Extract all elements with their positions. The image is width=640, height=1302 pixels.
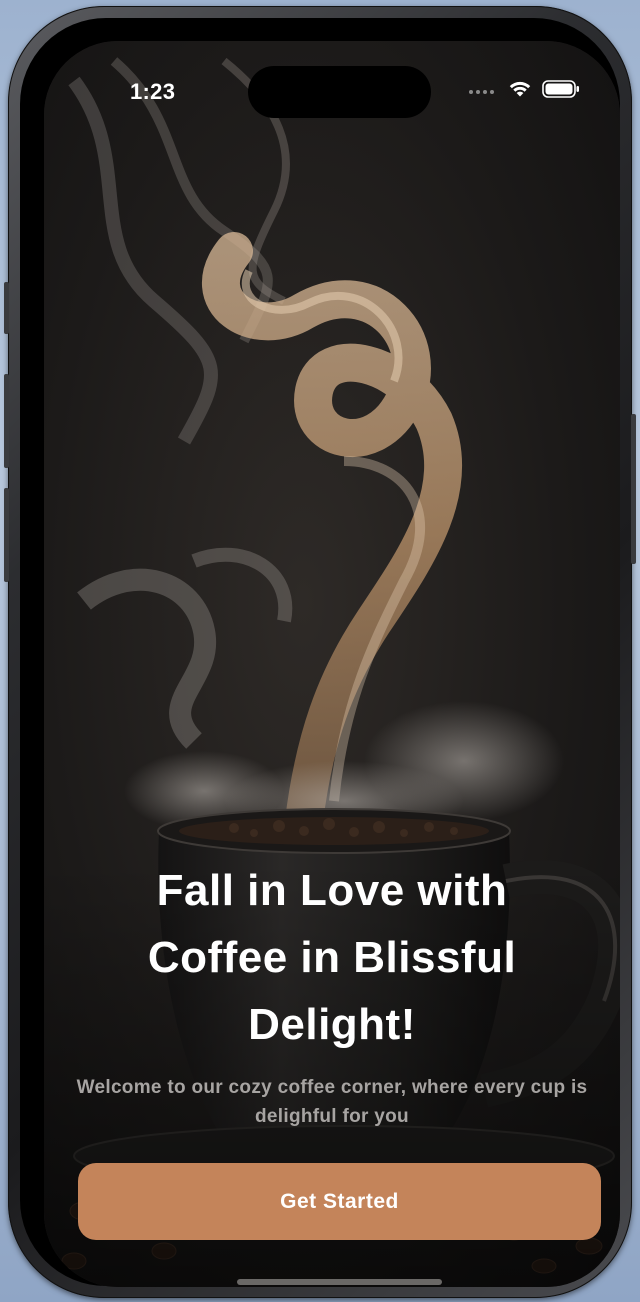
dynamic-island <box>248 66 431 118</box>
screen-bezel: 1:23 Fall in Love with Coffee in Blissfu… <box>20 18 620 1287</box>
battery-icon <box>542 80 580 103</box>
action-button <box>4 282 9 334</box>
power-button <box>631 414 636 564</box>
volume-down-button <box>4 488 9 582</box>
volume-up-button <box>4 374 9 468</box>
onboarding-headline: Fall in Love with Coffee in Blissful Del… <box>147 866 517 1049</box>
home-indicator[interactable] <box>237 1279 442 1285</box>
cellular-signal-icon <box>469 89 494 94</box>
status-time: 1:23 <box>130 79 176 104</box>
status-icons <box>469 80 580 103</box>
phone-frame: 1:23 Fall in Love with Coffee in Blissfu… <box>4 6 636 1298</box>
wifi-icon <box>508 80 532 103</box>
app-screen: 1:23 Fall in Love with Coffee in Blissfu… <box>44 41 620 1287</box>
get-started-button[interactable]: Get Started <box>78 1163 601 1240</box>
onboarding-subtitle: Welcome to our cozy coffee corner, where… <box>76 1077 588 1127</box>
